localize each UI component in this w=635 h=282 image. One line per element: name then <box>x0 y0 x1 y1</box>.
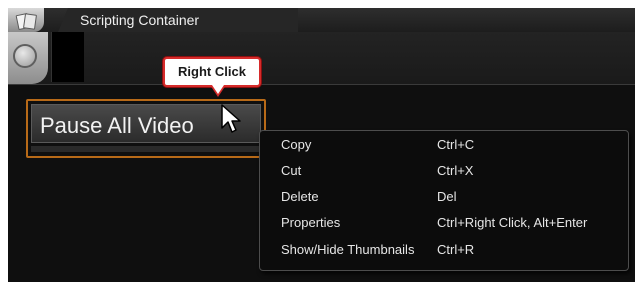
thumbnail-panel <box>51 32 84 82</box>
menu-item-shortcut: Ctrl+X <box>437 163 474 178</box>
menu-item-shortcut: Ctrl+C <box>437 137 475 152</box>
button-label: Pause All Video <box>40 113 194 138</box>
menu-item-cut[interactable]: Cut Ctrl+X <box>260 159 628 185</box>
menu-item-delete[interactable]: Delete Del <box>260 185 628 211</box>
callout-tail-inner <box>212 85 224 94</box>
pages-icon[interactable] <box>8 8 44 32</box>
round-button-panel <box>8 32 48 84</box>
menu-item-label: Show/Hide Thumbnails <box>281 242 415 257</box>
menu-item-show-hide-thumbnails[interactable]: Show/Hide Thumbnails Ctrl+R <box>260 238 628 264</box>
window-title: Scripting Container <box>80 12 200 28</box>
menu-item-label: Delete <box>281 189 319 204</box>
menu-item-shortcut: Ctrl+R <box>437 242 475 257</box>
title-bar: Scripting Container <box>8 8 635 32</box>
right-click-callout: Right Click <box>163 57 261 87</box>
button-progress-bar <box>31 146 261 152</box>
toolbar <box>8 32 635 85</box>
menu-item-properties[interactable]: Properties Ctrl+Right Click, Alt+Enter <box>260 211 628 237</box>
scripting-container-window: Scripting Container Pause All Video Copy… <box>8 8 635 282</box>
menu-item-label: Copy <box>281 137 312 152</box>
menu-item-shortcut: Del <box>437 189 457 204</box>
menu-item-label: Properties <box>281 215 341 230</box>
context-menu: Copy Ctrl+C Cut Ctrl+X Delete Del Proper… <box>259 130 629 271</box>
circle-button-icon[interactable] <box>13 44 37 68</box>
menu-item-label: Cut <box>281 163 302 178</box>
menu-item-copy[interactable]: Copy Ctrl+C <box>260 133 628 159</box>
menu-item-shortcut: Ctrl+Right Click, Alt+Enter <box>437 215 588 230</box>
arrow-pointer-icon <box>220 104 244 134</box>
